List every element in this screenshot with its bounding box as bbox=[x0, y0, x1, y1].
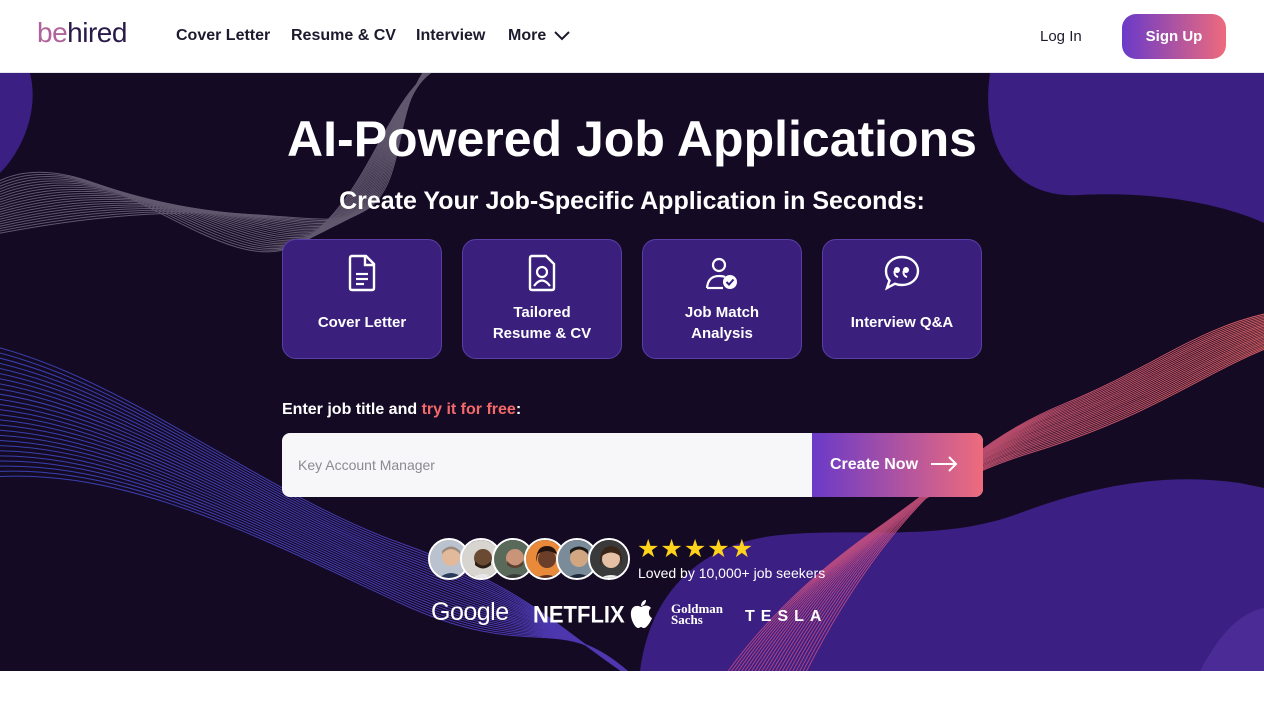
behired-logo[interactable]: behired bbox=[37, 15, 127, 51]
signup-button[interactable]: Sign Up bbox=[1122, 14, 1226, 59]
card-cover-letter[interactable]: Cover Letter bbox=[282, 239, 442, 359]
arrow-right-icon bbox=[931, 456, 958, 472]
create-now-button[interactable]: Create Now bbox=[812, 433, 983, 497]
card-interview-qa[interactable]: Interview Q&A bbox=[822, 239, 982, 359]
job-title-input[interactable] bbox=[282, 433, 812, 497]
job-title-search: Create Now bbox=[282, 433, 983, 497]
nav-more-label: More bbox=[508, 27, 547, 44]
resume-icon bbox=[463, 254, 621, 297]
rating-stars: ★★★★★ bbox=[637, 535, 755, 563]
prompt-accent: try it for free bbox=[421, 401, 516, 418]
card-label: Cover Letter bbox=[317, 314, 407, 331]
nav-resume-cv[interactable]: Resume & CV bbox=[291, 26, 396, 46]
top-navbar: behired Cover Letter Resume & CV Intervi… bbox=[0, 0, 1264, 73]
card-label-line2: Analysis bbox=[691, 325, 753, 342]
hero-section: AI-Powered Job Applications Create Your … bbox=[0, 73, 1264, 671]
logo-be: be bbox=[37, 17, 68, 48]
user-check-icon bbox=[643, 256, 801, 297]
netflix-logo: NETFLIX bbox=[533, 600, 625, 629]
document-icon bbox=[283, 254, 441, 297]
hero-title: AI-Powered Job Applications bbox=[287, 111, 977, 167]
prompt-prefix: Enter job title and bbox=[282, 401, 422, 418]
nav-cover-letter[interactable]: Cover Letter bbox=[176, 26, 270, 46]
card-label-line2: Resume & CV bbox=[492, 325, 592, 342]
logo-hired: hired bbox=[67, 17, 127, 48]
speech-bubble-icon bbox=[823, 254, 981, 297]
tesla-logo: TESLA bbox=[745, 608, 828, 625]
hero-subtitle: Create Your Job-Specific Application in … bbox=[339, 187, 925, 215]
user-avatars bbox=[428, 538, 638, 582]
card-label: Interview Q&A bbox=[850, 314, 954, 331]
google-logo: Google bbox=[431, 598, 509, 626]
chevron-down-icon bbox=[554, 31, 570, 41]
social-proof-text: Loved by 10,000+ job seekers bbox=[638, 565, 826, 581]
card-label-line1: Tailored bbox=[513, 304, 571, 321]
login-link[interactable]: Log In bbox=[1040, 27, 1082, 47]
card-job-match[interactable]: Job Match Analysis bbox=[642, 239, 802, 359]
prompt-suffix: : bbox=[515, 401, 522, 418]
card-label-line1: Job Match bbox=[684, 304, 760, 321]
create-now-label: Create Now bbox=[830, 456, 919, 473]
goldman-sachs-logo: Goldman Sachs bbox=[671, 601, 724, 627]
card-tailored-resume[interactable]: Tailored Resume & CV bbox=[462, 239, 622, 359]
avatar bbox=[588, 538, 630, 580]
nav-interview[interactable]: Interview bbox=[416, 26, 485, 46]
search-prompt: Enter job title and try it for free: bbox=[282, 400, 521, 420]
apple-logo-icon bbox=[628, 599, 654, 634]
nav-more[interactable]: More bbox=[508, 26, 570, 46]
